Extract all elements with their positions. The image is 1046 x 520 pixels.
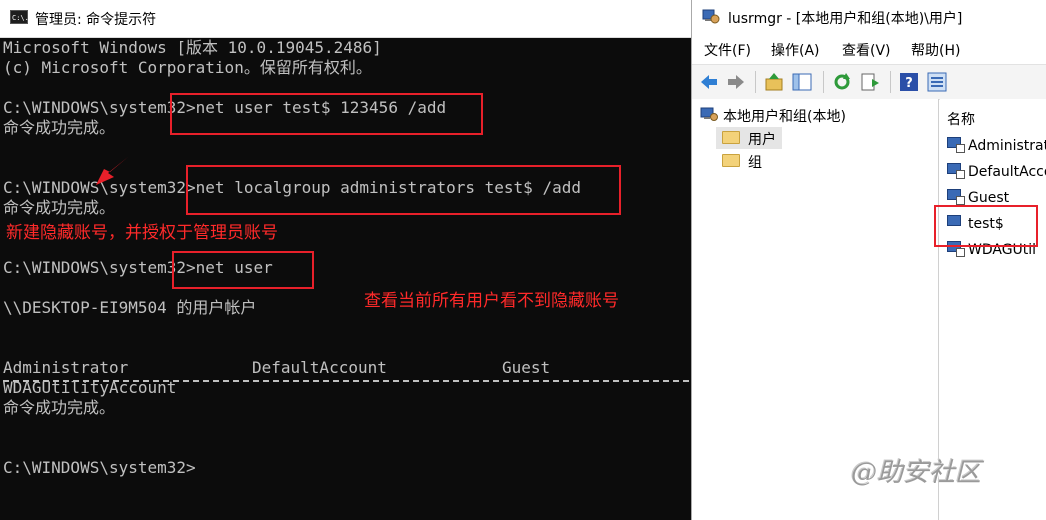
back-arrow-icon[interactable] — [698, 71, 720, 93]
toolbar: ? — [692, 64, 1046, 100]
list-item-guest[interactable]: Guest — [947, 189, 1009, 206]
up-folder-icon[interactable] — [763, 71, 785, 93]
tree-item-groups[interactable]: 组 — [748, 152, 762, 172]
console-line: \\DESKTOP-EI9M504 的用户帐户 — [3, 298, 257, 317]
console-line: 命令成功完成。 — [3, 118, 116, 137]
user-list-item: WDAGUtilityAccount — [3, 378, 177, 397]
cmd-titlebar[interactable]: C:\. 管理员: 命令提示符 — [0, 0, 691, 38]
user-list-item: Guest — [502, 358, 551, 377]
menu-file[interactable]: 文件(F) — [704, 40, 751, 60]
tree-root-local-users-groups[interactable]: 本地用户和组(本地) — [723, 106, 846, 126]
tree-item-users[interactable]: 用户 — [748, 129, 776, 149]
svg-text:?: ? — [905, 76, 913, 91]
cmd-window-title: 管理员: 命令提示符 — [35, 12, 157, 28]
user-icon — [947, 137, 965, 153]
show-hide-tree-icon[interactable] — [791, 71, 813, 93]
console-line: 命令成功完成。 — [3, 198, 116, 217]
computer-users-icon — [700, 107, 718, 121]
list-item-label: Administrat — [968, 138, 1046, 154]
cmd-window: C:\. 管理员: 命令提示符 Microsoft Windows [版本 10… — [0, 0, 691, 520]
toolbar-separator — [823, 71, 824, 93]
cmd-app-icon: C:\. — [10, 10, 29, 24]
lusrmgr-window: lusrmgr - [本地用户和组(本地)\用户] 文件(F) 操作(A) 查看… — [691, 0, 1046, 520]
user-list-item: DefaultAccount — [252, 358, 387, 377]
console-output[interactable]: Microsoft Windows [版本 10.0.19045.2486] (… — [0, 37, 691, 520]
list-item-label: Guest — [968, 190, 1010, 206]
forward-arrow-icon[interactable] — [725, 71, 747, 93]
annotation-hidden-account: 新建隐藏账号，并授权于管理员账号 — [6, 223, 278, 243]
list-item-administrator[interactable]: Administrat — [947, 137, 1046, 154]
menu-action[interactable]: 操作(A) — [771, 40, 820, 60]
console-line: (c) Microsoft Corporation。保留所有权利。 — [3, 58, 372, 77]
console-line: Microsoft Windows [版本 10.0.19045.2486] — [3, 38, 382, 57]
folder-icon — [722, 154, 740, 167]
menu-view[interactable]: 查看(V) — [842, 40, 891, 60]
toolbar-separator — [890, 71, 891, 93]
lusrmgr-app-icon — [702, 9, 720, 24]
menu-help[interactable]: 帮助(H) — [911, 40, 960, 60]
help-icon[interactable]: ? — [898, 71, 920, 93]
lusrmgr-titlebar[interactable]: lusrmgr - [本地用户和组(本地)\用户] — [692, 0, 1046, 35]
console-line: 命令成功完成。 — [3, 398, 116, 417]
export-list-icon[interactable] — [859, 71, 881, 93]
list-item-defaultaccount[interactable]: DefaultAcco — [947, 163, 1046, 180]
watermark: @助安社区 — [851, 458, 982, 488]
annotation-arrow-icon — [96, 157, 128, 185]
highlight-box-test-user — [934, 205, 1038, 247]
menu-bar: 文件(F) 操作(A) 查看(V) 帮助(H) — [692, 37, 1046, 62]
highlight-box-add-user — [170, 93, 483, 135]
user-list-item: Administrator — [3, 358, 129, 377]
folder-icon — [722, 131, 740, 144]
refresh-icon[interactable] — [831, 71, 853, 93]
lusrmgr-window-title: lusrmgr - [本地用户和组(本地)\用户] — [728, 11, 963, 27]
highlight-box-net-user — [172, 251, 314, 289]
highlight-box-localgroup — [186, 165, 621, 215]
annotation-cannot-see: 查看当前所有用户看不到隐藏账号 — [364, 291, 619, 311]
user-icon — [947, 189, 965, 205]
toolbar-separator — [755, 71, 756, 93]
console-prompt: C:\WINDOWS\system32> — [3, 458, 196, 477]
list-item-label: DefaultAcco — [968, 164, 1046, 180]
properties-icon[interactable] — [926, 71, 948, 93]
user-icon — [947, 163, 965, 179]
column-header-name[interactable]: 名称 — [947, 109, 975, 129]
